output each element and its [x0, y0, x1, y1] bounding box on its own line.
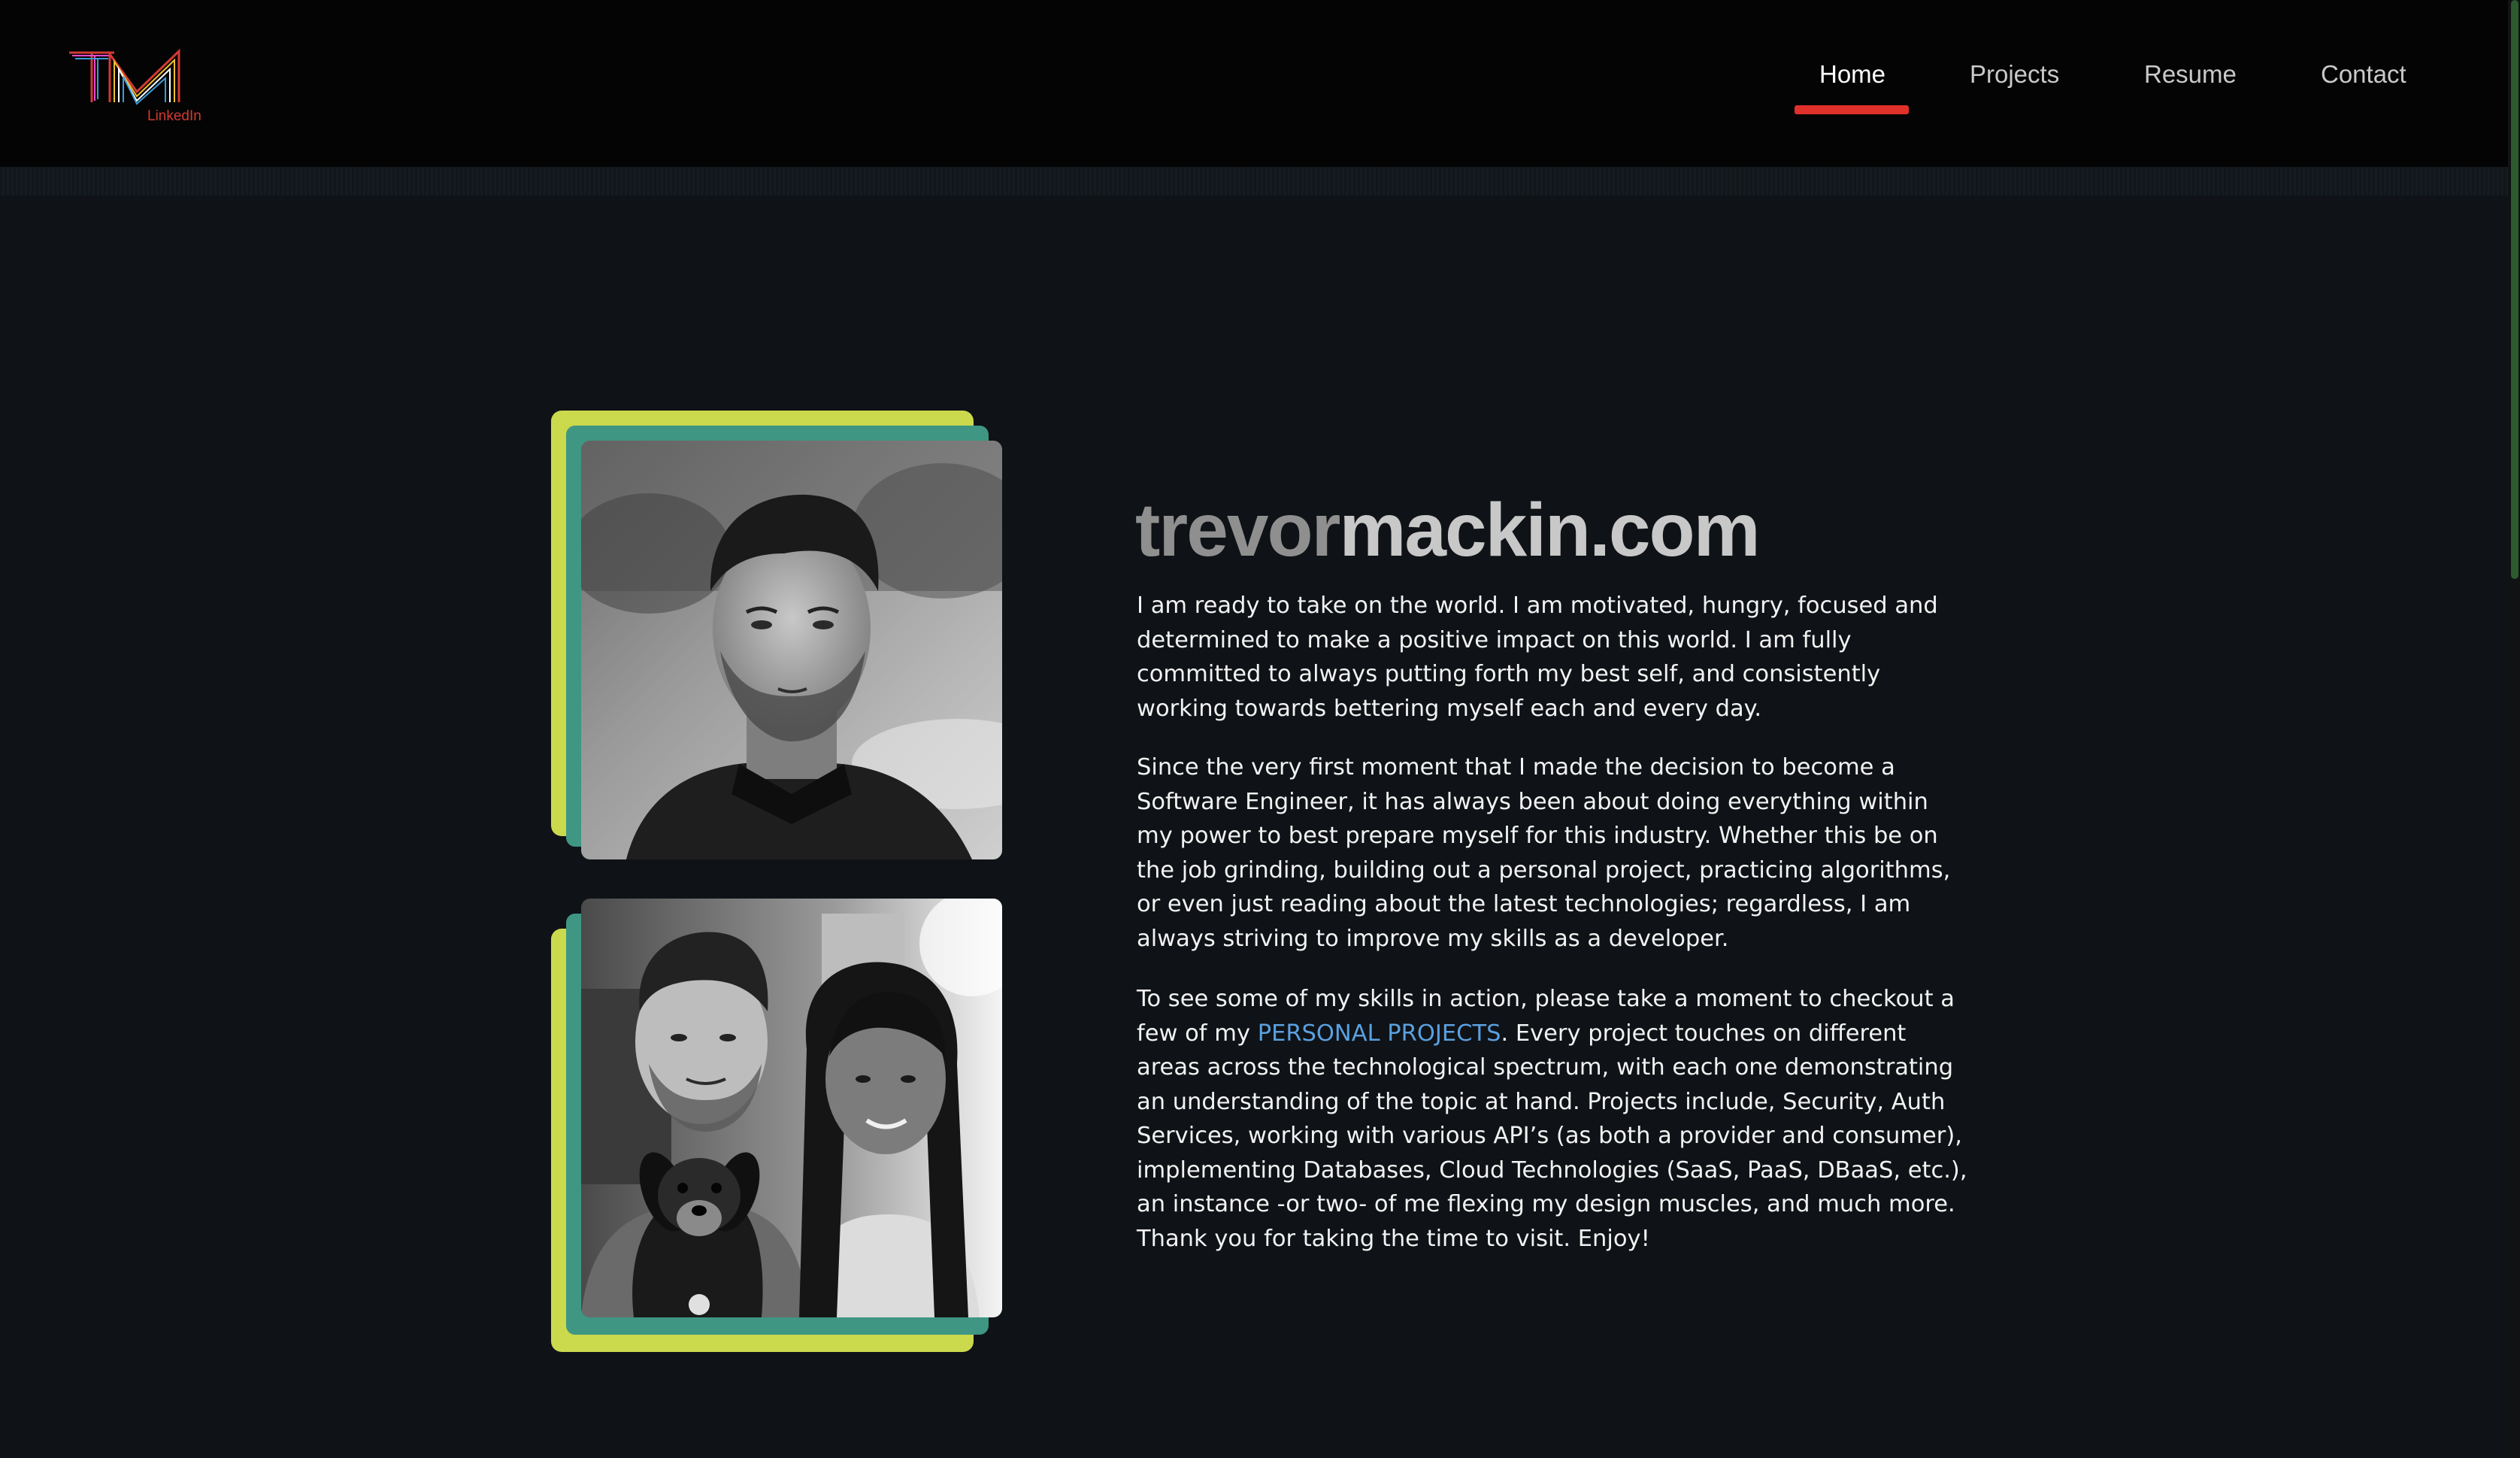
portrait-photo-card	[551, 411, 1002, 862]
bio-paragraph-2: Since the very first moment that I made …	[1137, 754, 1951, 952]
navbar-shadow	[0, 167, 2508, 196]
top-navbar: LinkedIn Home Projects Resume Contact	[0, 0, 2508, 167]
site-title-first: trevor	[1135, 488, 1340, 572]
site-title-second: mackin.com	[1339, 488, 1760, 572]
nav-home[interactable]: Home	[1819, 60, 1885, 89]
logo-linkedin-link[interactable]: LinkedIn	[68, 47, 211, 129]
personal-projects-link[interactable]: PERSONAL PROJECTS	[1258, 1020, 1501, 1047]
nav-projects[interactable]: Projects	[1970, 60, 2059, 89]
bio-paragraph-1: I am ready to take on the world. I am mo…	[1137, 593, 1938, 722]
site-title: trevormackin.com	[1135, 487, 1760, 574]
scrollbar-thumb[interactable]	[2511, 0, 2518, 579]
active-nav-indicator	[1795, 105, 1909, 114]
page-scrollbar[interactable]	[2508, 0, 2520, 1458]
nav-contact[interactable]: Contact	[2321, 60, 2406, 89]
bio-paragraph-3: To see some of my skills in action, plea…	[1137, 982, 1971, 1256]
nav-resume[interactable]: Resume	[2144, 60, 2237, 89]
family-photo-card	[551, 899, 1002, 1357]
bio-paragraph-3-end: . Every project touches on different are…	[1137, 1020, 1967, 1252]
linkedin-label[interactable]: LinkedIn	[147, 108, 201, 125]
portrait-photo	[581, 441, 1002, 859]
family-photo	[581, 899, 1002, 1317]
